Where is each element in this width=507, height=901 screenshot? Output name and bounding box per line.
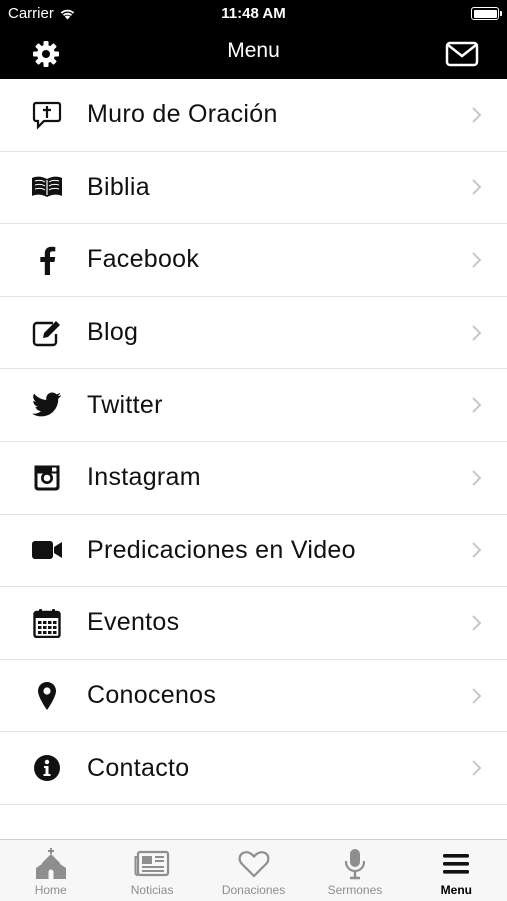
hamburger-icon [438, 848, 474, 880]
menu-item-label: Facebook [87, 245, 200, 274]
microphone-icon [337, 848, 373, 880]
instagram-icon [30, 461, 64, 495]
menu-item-label: Biblia [87, 172, 150, 201]
menu-item-label: Muro de Oración [87, 100, 278, 129]
battery-icon [471, 7, 502, 20]
menu-item-label: Twitter [87, 390, 163, 419]
menu-item-facebook[interactable]: Facebook [0, 224, 507, 297]
tab-donaciones[interactable]: Donaciones [203, 840, 304, 901]
chevron-right-icon [472, 252, 482, 268]
tab-label: Sermones [327, 883, 383, 897]
chevron-right-icon [472, 542, 482, 559]
tab-menu[interactable]: Menu [406, 840, 507, 901]
newspaper-icon [134, 848, 170, 880]
tab-noticias[interactable]: Noticias [101, 840, 202, 901]
menu-item-biblia[interactable]: Biblia [0, 152, 507, 225]
menu-item-label: Conocenos [87, 681, 217, 710]
tab-home[interactable]: Home [0, 840, 101, 901]
tab-label: Donaciones [221, 883, 286, 897]
chevron-right-icon [472, 687, 482, 704]
tab-label: Home [34, 883, 67, 897]
menu-item-eventos[interactable]: Eventos [0, 587, 507, 660]
church-icon [33, 848, 69, 880]
chevron-right-icon [472, 397, 482, 413]
menu-list: Muro de Oración Biblia Facebook Blog Twi… [0, 79, 507, 805]
facebook-icon [30, 243, 64, 277]
menu-item-conocenos[interactable]: Conocenos [0, 660, 507, 733]
menu-item-label: Blog [87, 318, 139, 347]
mail-icon[interactable] [445, 38, 479, 70]
calendar-icon [30, 606, 64, 640]
menu-item-contacto[interactable]: Contacto [0, 732, 507, 805]
menu-item-label: Eventos [87, 608, 180, 637]
chevron-right-icon [472, 179, 482, 196]
twitter-icon [30, 388, 64, 422]
tab-label: Menu [440, 883, 472, 897]
menu-item-twitter[interactable]: Twitter [0, 369, 507, 442]
tab-label: Noticias [130, 883, 174, 897]
tab-bar: Home Noticias Donaciones Sermones Menu [0, 839, 507, 901]
video-camera-icon [30, 533, 64, 567]
status-time: 11:48 AM [221, 5, 286, 22]
menu-item-blog[interactable]: Blog [0, 297, 507, 370]
tab-sermones[interactable]: Sermones [304, 840, 405, 901]
chevron-right-icon [472, 760, 482, 776]
menu-item-predicaciones-en-video[interactable]: Predicaciones en Video [0, 515, 507, 588]
blog-edit-icon [30, 316, 64, 350]
status-bar: Carrier 11:48 AM [0, 0, 507, 28]
chevron-right-icon [472, 470, 482, 486]
page-title: Menu [227, 39, 280, 62]
info-icon [30, 751, 64, 785]
chevron-right-icon [472, 615, 482, 631]
menu-item-instagram[interactable]: Instagram [0, 442, 507, 515]
menu-item-label: Predicaciones en Video [87, 535, 356, 564]
nav-bar: Menu [0, 28, 507, 79]
menu-item-label: Instagram [87, 463, 201, 492]
bible-icon [30, 170, 64, 204]
menu-item-label: Contacto [87, 753, 190, 782]
menu-item-muro-de-oracion[interactable]: Muro de Oración [0, 79, 507, 152]
chevron-right-icon [472, 324, 482, 341]
chevron-right-icon [472, 107, 482, 123]
heart-icon [236, 848, 272, 880]
prayer-wall-icon [30, 98, 64, 132]
location-pin-icon [30, 679, 64, 713]
